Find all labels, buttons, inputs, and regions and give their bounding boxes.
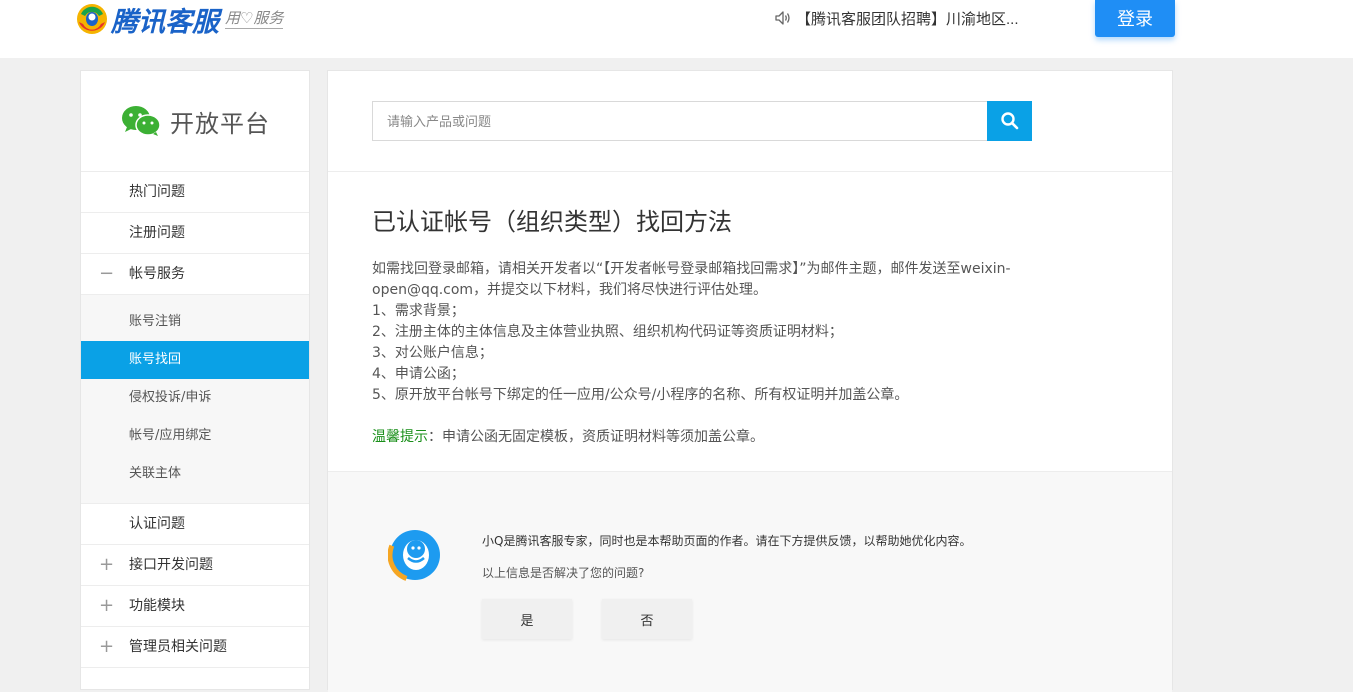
article-step: 4、申请公函； [372, 366, 465, 382]
sidebar-item-label: 注册问题 [129, 225, 185, 241]
sidebar-item-hot-questions[interactable]: 热门问题 [81, 172, 309, 213]
wechat-icon [122, 106, 161, 136]
subnav-item-account-cancel[interactable]: 账号注销 [81, 303, 309, 341]
feedback-yes-button[interactable]: 是 [482, 599, 572, 639]
main-content: 已认证帐号（组织类型）找回方法 如需找回登录邮箱，请相关开发者以“【开发者帐号登… [327, 70, 1173, 692]
feedback-no-button[interactable]: 否 [602, 599, 692, 639]
qq-support-avatar-icon [388, 528, 442, 582]
article-tip: 温馨提示：申请公函无固定模板，资质证明材料等须加盖公章。 [372, 427, 1128, 448]
sidebar-brand[interactable]: 开放平台 [81, 71, 309, 172]
article-step: 5、原开放平台帐号下绑定的任一应用/公众号/小程序的名称、所有权证明并加盖公章。 [372, 387, 909, 403]
article-step: 2、注册主体的主体信息及主体营业执照、组织机构代码证等资质证明材料； [372, 324, 843, 340]
sidebar: 开放平台 热门问题 注册问题 − 帐号服务 账号注销 账号找回 侵权投诉/申诉 … [80, 70, 310, 690]
sidebar-item-api-dev[interactable]: + 接口开发问题 [81, 545, 309, 586]
search-input[interactable] [372, 101, 987, 141]
announcement-text: 【腾讯客服团队招聘】川渝地区... [796, 10, 1019, 28]
expand-plus-icon: + [99, 595, 115, 616]
sidebar-nav: 热门问题 注册问题 − 帐号服务 [81, 172, 309, 295]
article-step: 1、需求背景； [372, 303, 465, 319]
sidebar-item-label: 热门问题 [129, 184, 185, 200]
feedback-panel: 小Q是腾讯客服专家，同时也是本帮助页面的作者。请在下方提供反馈，以帮助她优化内容… [328, 472, 1172, 692]
sidebar-brand-text: 开放平台 [170, 109, 270, 138]
sidebar-subnav: 账号注销 账号找回 侵权投诉/申诉 帐号/应用绑定 关联主体 [81, 295, 309, 504]
sidebar-item-admin[interactable]: + 管理员相关问题 [81, 627, 309, 668]
speaker-icon [775, 11, 790, 25]
sidebar-item-label: 帐号服务 [129, 266, 185, 282]
sidebar-item-verification[interactable]: 认证问题 [81, 504, 309, 545]
feedback-intro: 小Q是腾讯客服专家，同时也是本帮助页面的作者。请在下方提供反馈，以帮助她优化内容… [482, 534, 972, 548]
top-bar: 腾讯客服 用♡服务 【腾讯客服团队招聘】川渝地区... 登录 [0, 0, 1353, 58]
sidebar-item-label: 认证问题 [129, 516, 185, 532]
search-bar [328, 71, 1172, 172]
login-button[interactable]: 登录 [1095, 0, 1175, 37]
tencent-kefu-logo[interactable]: 腾讯客服 用♡服务 [75, 0, 284, 38]
collapse-sign-icon: − [99, 263, 115, 284]
tencent-logo-icon [77, 4, 107, 34]
subnav-item-related-entity[interactable]: 关联主体 [81, 455, 309, 493]
feedback-question: 以上信息是否解决了您的问题? [482, 566, 645, 580]
article-step: 3、对公账户信息； [372, 345, 493, 361]
sidebar-item-feature-modules[interactable]: + 功能模块 [81, 586, 309, 627]
tip-label: 温馨提示 [372, 429, 428, 445]
article-title: 已认证帐号（组织类型）找回方法 [372, 208, 732, 236]
expand-plus-icon: + [99, 554, 115, 575]
sidebar-item-label: 接口开发问题 [129, 557, 213, 573]
sidebar-item-label: 管理员相关问题 [129, 639, 227, 655]
sidebar-item-account-service[interactable]: − 帐号服务 [81, 254, 309, 295]
logo-slogan: 用♡服务 [225, 9, 284, 29]
subnav-item-account-recovery[interactable]: 账号找回 [81, 341, 309, 379]
search-icon [1000, 112, 1018, 130]
sidebar-nav-lower: 认证问题 + 接口开发问题 + 功能模块 + 管理员相关问题 [81, 504, 309, 668]
expand-plus-icon: + [99, 636, 115, 657]
announcement[interactable]: 【腾讯客服团队招聘】川渝地区... [774, 7, 1019, 29]
article-intro: 如需找回登录邮箱，请相关开发者以“【开发者帐号登录邮箱找回需求】”为邮件主题，邮… [372, 261, 1011, 298]
logo-text: 腾讯客服 [111, 6, 219, 38]
sidebar-item-label: 功能模块 [129, 598, 185, 614]
sidebar-item-registration[interactable]: 注册问题 [81, 213, 309, 254]
tip-text: ：申请公函无固定模板，资质证明材料等须加盖公章。 [428, 429, 764, 445]
subnav-item-account-binding[interactable]: 帐号/应用绑定 [81, 417, 309, 455]
search-button[interactable] [987, 101, 1032, 141]
article: 已认证帐号（组织类型）找回方法 如需找回登录邮箱，请相关开发者以“【开发者帐号登… [328, 172, 1172, 472]
subnav-item-infringement[interactable]: 侵权投诉/申诉 [81, 379, 309, 417]
